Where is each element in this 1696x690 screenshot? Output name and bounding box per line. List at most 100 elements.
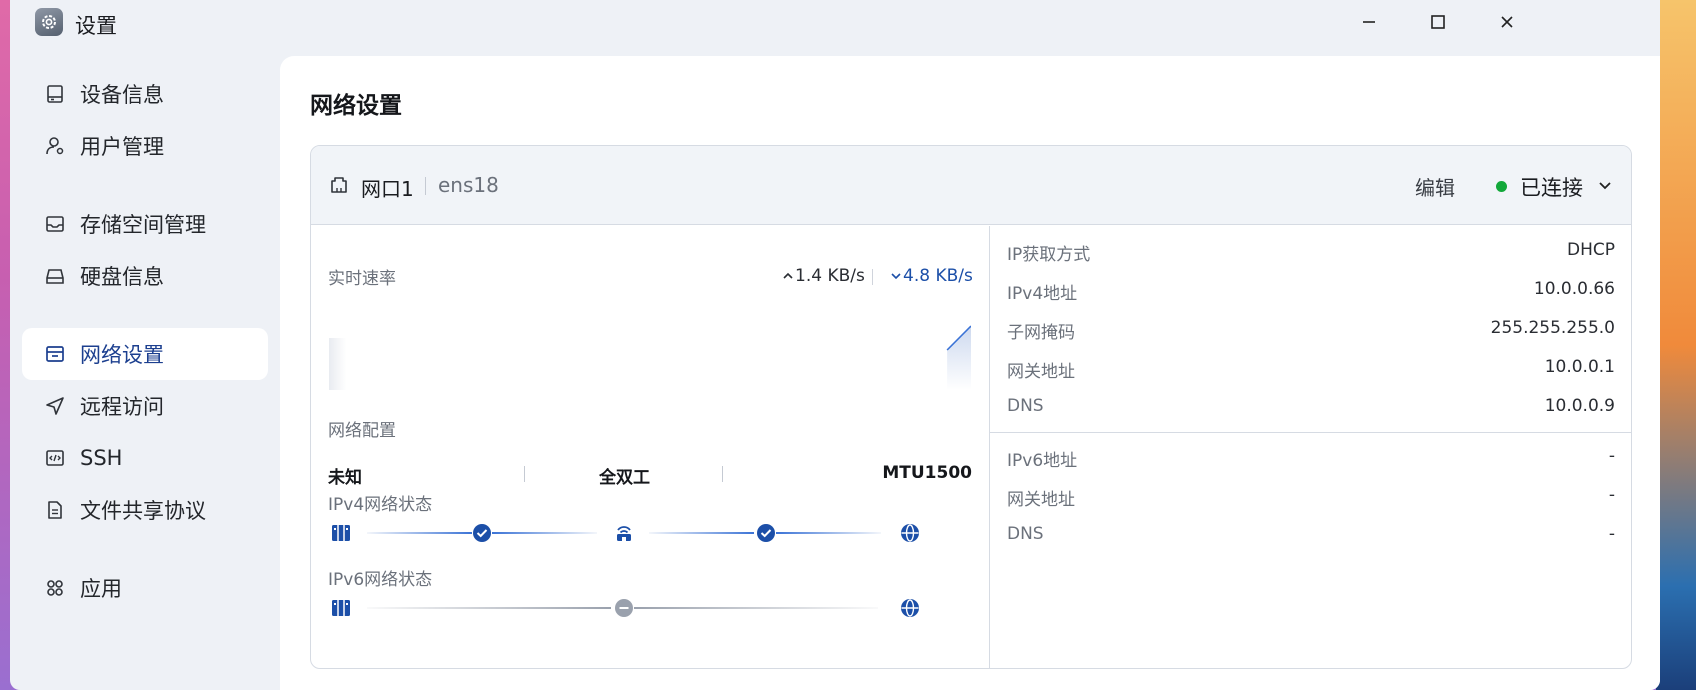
sidebar-item-label: 网络设置	[80, 343, 164, 367]
subnet-mask-key: 子网掩码	[1007, 323, 1075, 343]
server-icon	[329, 596, 353, 620]
ipv6-status-row	[329, 596, 971, 622]
upload-speed: 1.4 KB/s	[781, 266, 865, 286]
ipv6-address-value: -	[1608, 446, 1615, 466]
globe-icon	[898, 596, 922, 620]
code-icon	[44, 447, 66, 469]
port-device-name: ens18	[438, 173, 499, 197]
close-icon	[1501, 16, 1513, 28]
sidebar-item-disk-info[interactable]: 硬盘信息	[22, 250, 268, 302]
connection-line	[367, 532, 472, 534]
ipv4-status-row	[329, 521, 971, 547]
sidebar-item-label: 文件共享协议	[80, 499, 206, 523]
sidebar-item-label: 远程访问	[80, 395, 164, 419]
minus-circle-icon	[612, 596, 636, 620]
network-config-label: 网络配置	[328, 421, 396, 441]
chevron-down-icon[interactable]	[1597, 177, 1613, 197]
chart-area	[947, 326, 971, 390]
download-speed: 4.8 KB/s	[889, 266, 973, 286]
globe-icon	[898, 521, 922, 545]
apps-icon	[44, 577, 66, 599]
divider	[425, 177, 426, 195]
close-button[interactable]	[1490, 8, 1524, 36]
download-speed-value: 4.8 KB/s	[903, 266, 973, 286]
gateway-key: 网关地址	[1007, 362, 1075, 382]
duplex-value: 全双工	[599, 468, 650, 488]
connection-status: 已连接	[1520, 176, 1583, 200]
sidebar-item-storage[interactable]: 存储空间管理	[22, 198, 268, 250]
sidebar-item-ssh[interactable]: SSH	[22, 432, 268, 484]
check-circle-icon	[470, 521, 494, 545]
edit-button[interactable]: 编辑	[1415, 172, 1455, 201]
network-icon	[44, 343, 66, 365]
sidebar-item-remote-access[interactable]: 远程访问	[22, 380, 268, 432]
main-content: 网络设置 网口1 ens18 编辑 已连接 实时速率 1.4 KB/s 4.8 …	[280, 56, 1660, 690]
minimize-button[interactable]	[1352, 8, 1386, 36]
desktop-wallpaper	[1656, 0, 1696, 690]
sidebar-item-label: 应用	[80, 577, 122, 601]
connection-line	[776, 532, 881, 534]
window-title: 设置	[75, 14, 117, 38]
router-icon	[612, 521, 636, 545]
ipv6-dns-key: DNS	[1007, 524, 1044, 544]
port-card-header[interactable]: 网口1 ens18 编辑 已连接	[311, 146, 1631, 225]
ethernet-port-icon	[329, 175, 349, 199]
sidebar: 设备信息 用户管理 存储空间管理 硬盘信息 网络设置 远程访问 SSH 文件共享…	[22, 68, 268, 614]
minimize-icon	[1363, 21, 1375, 23]
gear-icon	[42, 15, 56, 29]
settings-app-icon	[35, 8, 63, 36]
connection-line	[634, 607, 878, 609]
ipv4-status-label: IPv4网络状态	[328, 495, 433, 515]
ipv4-address-key: IPv4地址	[1007, 284, 1078, 304]
sidebar-item-file-sharing[interactable]: 文件共享协议	[22, 484, 268, 536]
dns-row: DNS 10.0.0.9	[1007, 388, 1615, 427]
sidebar-item-label: SSH	[80, 446, 123, 470]
divider	[872, 269, 873, 285]
sidebar-item-label: 存储空间管理	[80, 213, 206, 237]
ipv6-address-row: IPv6地址 -	[1007, 438, 1615, 477]
arrow-down-icon	[891, 273, 901, 280]
realtime-speed-label: 实时速率	[328, 269, 396, 289]
connection-line	[649, 532, 754, 534]
ip-method-row: IP获取方式 DHCP	[1007, 232, 1615, 271]
port-name: 网口1	[361, 177, 414, 201]
ipv6-status-label: IPv6网络状态	[328, 570, 433, 590]
ipv6-gateway-row: 网关地址 -	[1007, 477, 1615, 516]
settings-window: 设置 设备信息 用户管理 存储空间管理 硬盘信息 网络设置 远程访问 SSH 文…	[10, 0, 1660, 690]
title-bar: 设置	[10, 0, 1660, 48]
divider	[722, 466, 723, 482]
ipv6-dns-value: -	[1608, 524, 1615, 544]
disk-icon	[44, 265, 66, 287]
dns-value: 10.0.0.9	[1544, 396, 1615, 416]
check-circle-icon	[754, 521, 778, 545]
status-indicator-dot	[1496, 181, 1507, 192]
send-icon	[44, 395, 66, 417]
connection-line	[367, 607, 611, 609]
gateway-value: 10.0.0.1	[1544, 357, 1615, 377]
connection-line	[492, 532, 597, 534]
storage-icon	[44, 213, 66, 235]
subnet-mask-row: 子网掩码 255.255.255.0	[1007, 310, 1615, 349]
sidebar-item-apps[interactable]: 应用	[22, 562, 268, 614]
sidebar-item-device-info[interactable]: 设备信息	[22, 68, 268, 120]
arrow-up-icon	[783, 272, 793, 279]
dns-key: DNS	[1007, 396, 1044, 416]
ipv6-address-key: IPv6地址	[1007, 451, 1078, 471]
link-speed-value: 未知	[328, 468, 362, 488]
speed-chart	[329, 325, 971, 390]
section-divider	[990, 432, 1631, 433]
user-gear-icon	[44, 135, 66, 157]
sidebar-item-network[interactable]: 网络设置	[22, 328, 268, 380]
chart-fade	[329, 338, 347, 390]
maximize-button[interactable]	[1421, 8, 1455, 36]
ipv4-address-value: 10.0.0.66	[1533, 279, 1615, 299]
device-icon	[44, 83, 66, 105]
page-title: 网络设置	[310, 93, 402, 119]
sidebar-item-user-management[interactable]: 用户管理	[22, 120, 268, 172]
upload-speed-value: 1.4 KB/s	[795, 266, 865, 286]
subnet-mask-value: 255.255.255.0	[1490, 318, 1615, 338]
ipv4-address-row: IPv4地址 10.0.0.66	[1007, 271, 1615, 310]
ipv6-gateway-key: 网关地址	[1007, 490, 1075, 510]
network-port-card: 网口1 ens18 编辑 已连接 实时速率 1.4 KB/s 4.8 KB/s …	[310, 145, 1632, 669]
file-icon	[44, 499, 66, 521]
